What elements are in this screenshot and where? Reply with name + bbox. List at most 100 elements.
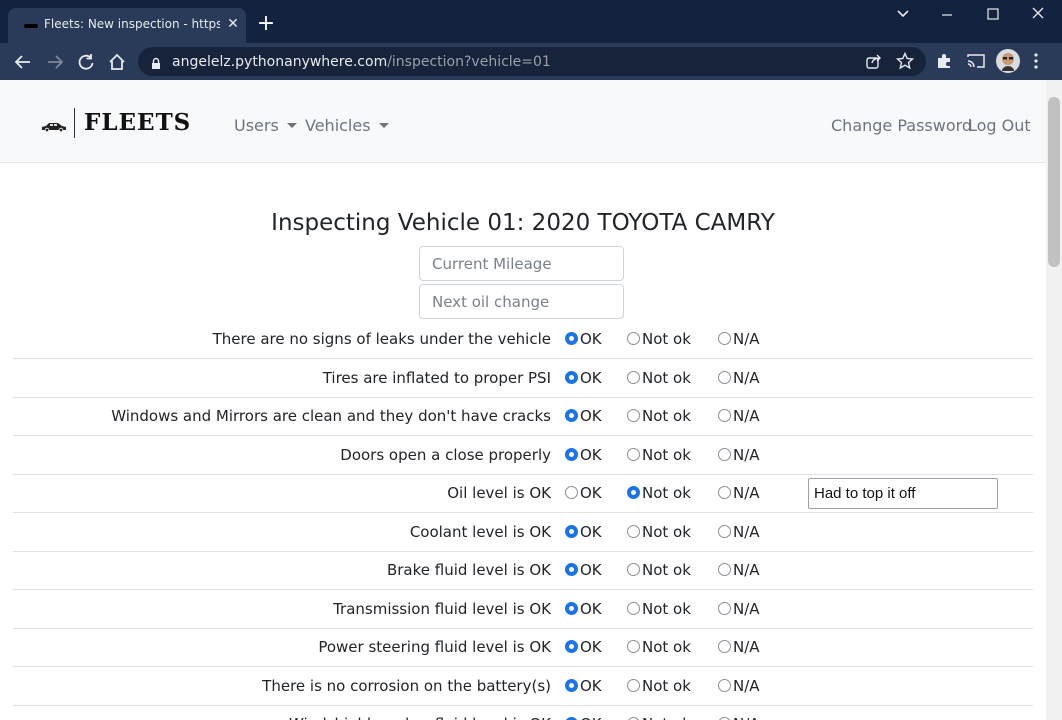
radio-not-ok[interactable] [627, 409, 640, 422]
option-label: OK [580, 368, 602, 387]
close-window-icon[interactable] [1023, 5, 1053, 27]
option-label: OK [580, 484, 602, 502]
option-not-ok[interactable]: Not ok [627, 677, 691, 695]
brand-name[interactable]: FLEETS [84, 109, 191, 136]
option-na[interactable]: N/A [718, 369, 760, 387]
option-not-ok[interactable]: Not ok [627, 523, 691, 541]
radio-not-ok[interactable] [627, 486, 640, 499]
new-tab-icon[interactable]: + [256, 13, 276, 35]
option-ok[interactable]: OK [565, 330, 602, 348]
radio-ok[interactable] [565, 370, 578, 384]
note-input[interactable] [808, 478, 998, 509]
radio-ok[interactable] [565, 486, 578, 499]
browser-toolbar: angelelz.pythonanywhere.com/inspection?v… [0, 43, 1062, 80]
address-bar[interactable]: angelelz.pythonanywhere.com/inspection?v… [138, 47, 926, 76]
option-label: OK [580, 561, 602, 579]
minimize-icon[interactable] [932, 5, 962, 27]
option-not-ok[interactable]: Not ok [627, 446, 691, 464]
radio-ok[interactable] [565, 447, 578, 461]
option-na[interactable]: N/A [718, 523, 760, 541]
maximize-icon[interactable] [978, 5, 1008, 27]
radio-not-ok[interactable] [627, 370, 640, 384]
option-not-ok[interactable]: Not ok [627, 638, 691, 656]
radio-not-ok[interactable] [627, 601, 640, 615]
radio-not-ok[interactable] [627, 563, 640, 576]
radio-na[interactable] [718, 524, 731, 538]
lock-icon[interactable] [150, 55, 162, 74]
share-icon[interactable] [865, 53, 882, 74]
radio-na[interactable] [718, 678, 731, 692]
option-ok[interactable]: OK [565, 407, 602, 425]
option-na[interactable]: N/A [718, 677, 760, 695]
option-na[interactable]: N/A [718, 484, 760, 502]
scrollbar-thumb[interactable] [1048, 97, 1060, 267]
option-not-ok[interactable]: Not ok [627, 715, 691, 720]
option-ok[interactable]: OK [565, 638, 602, 656]
cast-icon[interactable] [966, 52, 986, 74]
back-icon[interactable] [12, 51, 34, 73]
current-mileage-input[interactable] [419, 246, 624, 281]
radio-na[interactable] [718, 563, 731, 576]
radio-not-ok[interactable] [627, 524, 640, 538]
car-logo-icon[interactable] [41, 117, 67, 133]
option-label: N/A [733, 407, 760, 425]
option-na[interactable]: N/A [718, 600, 760, 618]
logout-link[interactable]: Log Out [968, 116, 1031, 135]
radio-na[interactable] [718, 447, 731, 461]
option-ok[interactable]: OK [565, 484, 602, 502]
home-icon[interactable] [106, 51, 128, 73]
radio-not-ok[interactable] [627, 640, 640, 653]
option-not-ok[interactable]: Not ok [627, 330, 691, 348]
option-na[interactable]: N/A [718, 638, 760, 656]
option-not-ok[interactable]: Not ok [627, 484, 691, 502]
next-oil-change-input[interactable] [419, 284, 624, 319]
tab-search-icon[interactable] [888, 5, 918, 27]
vehicles-dropdown[interactable]: Vehicles [305, 116, 389, 135]
change-password-link[interactable]: Change Password [831, 116, 972, 135]
radio-ok[interactable] [565, 332, 578, 345]
extensions-puzzle-icon[interactable] [935, 52, 953, 74]
radio-not-ok[interactable] [627, 447, 640, 461]
radio-na[interactable] [718, 640, 731, 653]
option-label: OK [580, 638, 602, 656]
menu-kebab-icon[interactable] [1033, 52, 1039, 74]
option-ok[interactable]: OK [565, 561, 602, 579]
option-ok[interactable]: OK [565, 715, 602, 720]
option-ok[interactable]: OK [565, 600, 602, 618]
option-not-ok[interactable]: Not ok [627, 407, 691, 425]
option-na[interactable]: N/A [718, 407, 760, 425]
users-dropdown[interactable]: Users [234, 116, 297, 135]
radio-ok[interactable] [565, 563, 578, 576]
profile-avatar[interactable] [996, 49, 1020, 73]
radio-na[interactable] [718, 486, 731, 499]
option-na[interactable]: N/A [718, 561, 760, 579]
option-ok[interactable]: OK [565, 446, 602, 464]
radio-na[interactable] [718, 370, 731, 384]
radio-na[interactable] [718, 601, 731, 615]
radio-ok[interactable] [565, 524, 578, 538]
option-na[interactable]: N/A [718, 446, 760, 464]
option-not-ok[interactable]: Not ok [627, 600, 691, 618]
radio-not-ok[interactable] [627, 678, 640, 692]
radio-ok[interactable] [565, 640, 578, 653]
option-ok[interactable]: OK [565, 677, 602, 695]
page-scrollbar[interactable] [1046, 80, 1062, 720]
close-tab-icon[interactable]: ✕ [223, 14, 243, 34]
option-not-ok[interactable]: Not ok [627, 561, 691, 579]
radio-ok[interactable] [565, 409, 578, 422]
option-not-ok[interactable]: Not ok [627, 369, 691, 387]
reload-icon[interactable] [75, 51, 97, 73]
radio-ok[interactable] [565, 678, 578, 692]
option-ok[interactable]: OK [565, 369, 602, 387]
radio-not-ok[interactable] [627, 332, 640, 345]
option-ok[interactable]: OK [565, 523, 602, 541]
option-label: Not ok [642, 368, 691, 387]
radio-na[interactable] [718, 409, 731, 422]
forward-icon[interactable] [44, 51, 66, 73]
bookmark-star-icon[interactable] [895, 51, 915, 74]
radio-na[interactable] [718, 332, 731, 345]
radio-ok[interactable] [565, 601, 578, 615]
option-na[interactable]: N/A [718, 715, 760, 720]
option-na[interactable]: N/A [718, 330, 760, 348]
browser-tab[interactable]: Fleets: New inspection - https://a ✕ [8, 8, 246, 43]
